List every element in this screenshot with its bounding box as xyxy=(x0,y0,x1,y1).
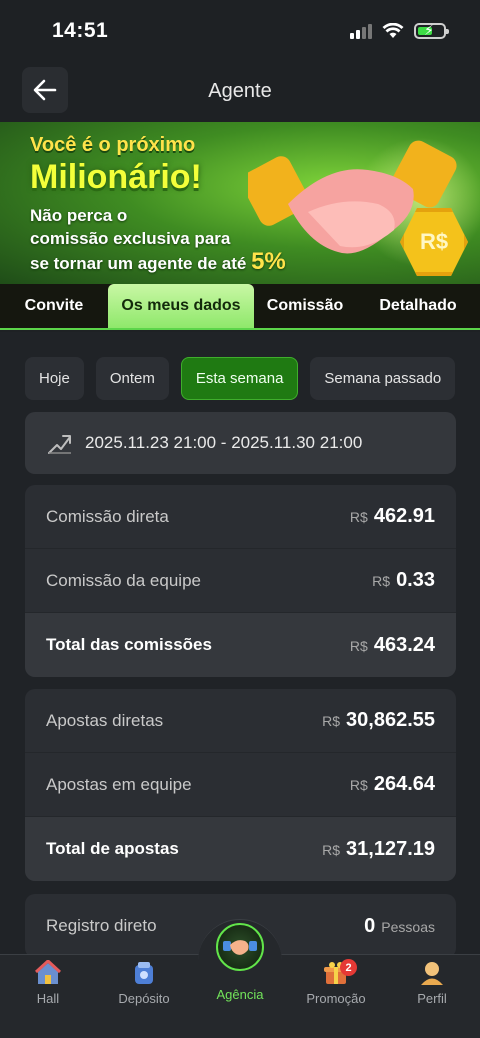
tab-os-meus-dados[interactable]: Os meus dados xyxy=(108,284,254,328)
bets-card: Apostas diretas R$ 30,862.55 Apostas em e… xyxy=(25,689,456,881)
commission-card: Comissão direta R$ 462.91 Comissão da equ… xyxy=(25,485,456,677)
nav-deposito[interactable]: Depósito xyxy=(104,955,184,1006)
row-value: R$ 31,127.19 xyxy=(322,838,435,861)
nav-promocao[interactable]: 2 Promoção xyxy=(296,955,376,1006)
row-value: 0 Pessoas xyxy=(364,915,435,938)
filter-hoje[interactable]: Hoje xyxy=(25,357,84,400)
nav-label: Promoção xyxy=(306,991,366,1006)
commission-row: Comissão direta R$ 462.91 xyxy=(25,485,456,549)
notification-badge: 2 xyxy=(340,959,357,976)
currency-label: R$ xyxy=(322,713,341,729)
row-value: R$ 0.33 xyxy=(372,569,435,592)
row-label: Total de apostas xyxy=(46,839,179,858)
content-area[interactable]: Hoje Ontem Esta semana Semana passado 20… xyxy=(0,332,480,954)
wallet-icon xyxy=(130,959,158,987)
unit-label: Pessoas xyxy=(381,918,435,935)
bets-row: Apostas diretas R$ 30,862.55 xyxy=(25,689,456,753)
handshake-glyph-icon xyxy=(223,940,257,955)
amount: 0.33 xyxy=(396,569,435,591)
page-title: Agente xyxy=(208,79,272,102)
row-label: Apostas em equipe xyxy=(46,774,192,794)
trend-arrow-icon xyxy=(48,435,71,454)
nav-agencia[interactable]: Agência xyxy=(200,983,280,1002)
handshake-icon[interactable] xyxy=(216,923,264,971)
row-label: Comissão da equipe xyxy=(46,570,201,590)
status-time: 14:51 xyxy=(52,19,109,42)
nav-perfil[interactable]: Perfil xyxy=(392,955,472,1006)
banner-text-line: se tornar um agente de até xyxy=(30,254,247,273)
status-bar: 14:51 ⚡ xyxy=(0,0,480,62)
tab-convite[interactable]: Convite xyxy=(0,284,108,328)
row-value: R$ 30,862.55 xyxy=(322,709,435,732)
person-icon xyxy=(418,959,446,987)
date-range-picker[interactable]: 2025.11.23 21:00 - 2025.11.30 21:00 xyxy=(25,412,456,474)
nav-hall[interactable]: Hall xyxy=(8,955,88,1006)
row-label: Comissão direta xyxy=(46,506,169,526)
bets-row: Apostas em equipe R$ 264.64 xyxy=(25,753,456,817)
amount: 462.91 xyxy=(373,505,435,527)
currency-label: R$ xyxy=(322,841,341,858)
amount: 30,862.55 xyxy=(346,709,435,731)
back-button[interactable] xyxy=(22,67,68,113)
amount: 463.24 xyxy=(373,633,435,656)
status-icons: ⚡ xyxy=(350,22,449,39)
arrow-left-icon xyxy=(33,79,57,101)
header: Agente xyxy=(0,62,480,120)
wifi-icon xyxy=(382,23,404,38)
bets-total-row: Total de apostas R$ 31,127.19 xyxy=(25,817,456,881)
row-value: R$ 462.91 xyxy=(350,505,435,528)
tab-bar: Convite Os meus dados Comissão Detalhado xyxy=(0,284,480,330)
commission-total-row: Total das comissões R$ 463.24 xyxy=(25,613,456,677)
date-range-text: 2025.11.23 21:00 - 2025.11.30 21:00 xyxy=(85,433,363,452)
currency-label: R$ xyxy=(349,637,368,654)
tab-detalhado[interactable]: Detalhado xyxy=(356,284,480,328)
nav-label: Depósito xyxy=(118,991,170,1006)
period-filters: Hoje Ontem Esta semana Semana passado xyxy=(25,357,456,400)
amount: 31,127.19 xyxy=(346,837,435,860)
filter-semana-passado[interactable]: Semana passado xyxy=(310,357,456,400)
row-value: R$ 264.64 xyxy=(350,773,435,796)
bottom-nav: Hall Depósito Agência 2 Promoção Perfil xyxy=(0,919,480,1038)
tab-comissao[interactable]: Comissão xyxy=(254,284,356,328)
filter-esta-semana[interactable]: Esta semana xyxy=(180,357,299,400)
nav-label: Hall xyxy=(36,991,60,1006)
currency-label: R$ xyxy=(372,573,391,589)
promo-banner[interactable]: Você é o próximo Milionário! Não perca o… xyxy=(0,122,480,284)
battery-icon: ⚡ xyxy=(414,22,449,39)
row-label: Apostas diretas xyxy=(46,710,164,730)
nav-label: Perfil xyxy=(417,991,447,1006)
row-label: Registro direto xyxy=(46,916,157,935)
signal-icon xyxy=(350,23,372,39)
house-icon xyxy=(34,959,62,987)
commission-row: Comissão da equipe R$ 0.33 xyxy=(25,549,456,613)
row-value: R$ 463.24 xyxy=(350,634,435,657)
banner-line1: Você é o próximo xyxy=(30,134,196,156)
amount: 0 xyxy=(364,914,376,937)
row-label: Total das comissões xyxy=(46,635,212,654)
currency-label: R$ xyxy=(349,509,368,525)
amount: 264.64 xyxy=(373,773,435,795)
currency-label: R$ xyxy=(349,777,368,793)
nav-label: Agência xyxy=(216,987,264,1002)
banner-headline: Milionário! xyxy=(30,158,202,196)
filter-ontem[interactable]: Ontem xyxy=(95,357,169,400)
